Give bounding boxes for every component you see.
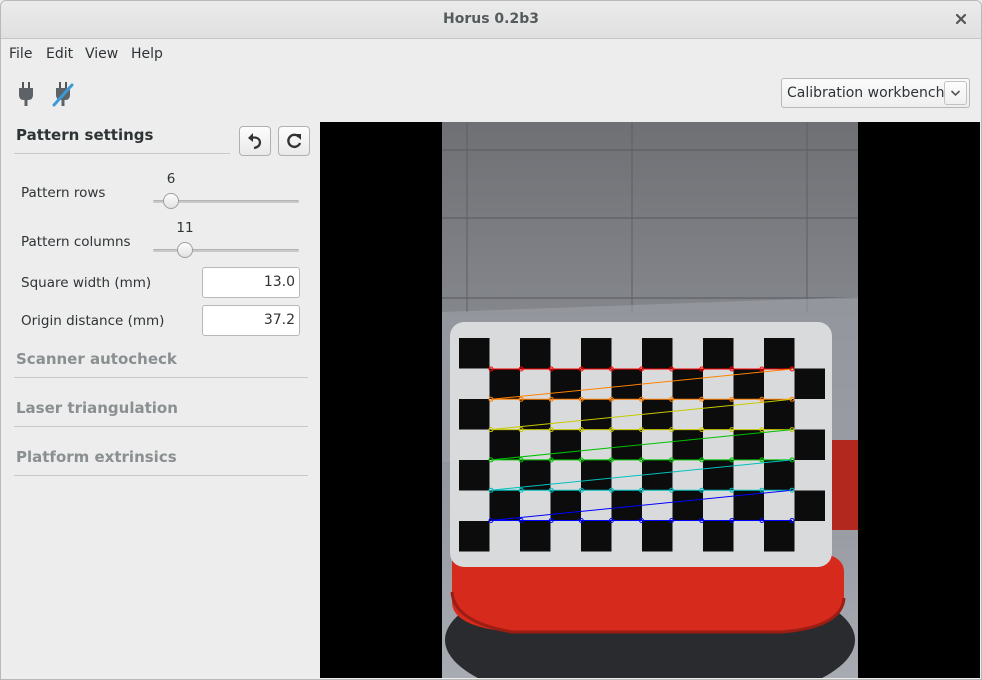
checker-square xyxy=(550,368,581,399)
checker-square xyxy=(672,368,703,399)
chevron-down-icon xyxy=(950,90,961,97)
close-window-button[interactable] xyxy=(953,9,969,29)
calibration-panel: Pattern settings Pattern rows 6 Pattern … xyxy=(1,121,320,679)
checker-square xyxy=(581,521,612,552)
pattern-settings-title[interactable]: Pattern settings xyxy=(16,126,153,144)
checker-square xyxy=(550,490,581,521)
checker-square xyxy=(581,399,612,430)
checker-square xyxy=(642,338,673,369)
platform-extrinsics-section[interactable]: Platform extrinsics xyxy=(16,448,177,466)
menu-view[interactable]: View xyxy=(85,46,118,62)
square-width-label: Square width (mm) xyxy=(21,275,152,291)
checker-square xyxy=(764,460,795,491)
plug-disconnected-icon xyxy=(52,82,74,107)
workbench-selected-value: Calibration workbench xyxy=(787,85,945,101)
section-divider xyxy=(14,426,308,427)
checker-square xyxy=(672,429,703,460)
app-window: Horus 0.2b3 File Edit View Help Calibrat… xyxy=(0,0,982,680)
menu-bar: File Edit View Help xyxy=(1,39,981,69)
pattern-columns-value: 11 xyxy=(176,220,194,236)
square-width-field[interactable]: 13.0 xyxy=(202,267,300,298)
checker-square xyxy=(764,399,795,430)
close-icon xyxy=(955,13,967,25)
checker-square xyxy=(489,429,520,460)
camera-preview xyxy=(320,122,980,678)
pattern-rows-value: 6 xyxy=(166,171,176,187)
checker-square xyxy=(611,368,642,399)
checker-square xyxy=(489,368,520,399)
checker-square xyxy=(703,338,734,369)
toolbar: Calibration workbench xyxy=(1,69,981,121)
checker-square xyxy=(520,338,551,369)
checker-square xyxy=(550,429,581,460)
scanner-autocheck-section[interactable]: Scanner autocheck xyxy=(16,350,177,368)
checker-square xyxy=(459,338,490,369)
pattern-columns-slider[interactable] xyxy=(153,249,299,252)
checker-square xyxy=(733,490,764,521)
checker-square xyxy=(459,521,490,552)
refresh-icon xyxy=(287,133,302,149)
checker-square xyxy=(520,521,551,552)
checker-square xyxy=(794,368,825,399)
pattern-rows-label: Pattern rows xyxy=(21,185,106,201)
pattern-rows-slider-handle[interactable] xyxy=(163,193,179,209)
origin-distance-field[interactable]: 37.2 xyxy=(202,305,300,336)
menu-file[interactable]: File xyxy=(9,46,32,62)
section-divider xyxy=(14,377,308,378)
camera-image xyxy=(442,122,858,678)
undo-icon xyxy=(248,133,262,150)
checker-square xyxy=(703,521,734,552)
undo-button[interactable] xyxy=(239,126,271,156)
checker-square xyxy=(794,429,825,460)
origin-distance-label: Origin distance (mm) xyxy=(21,313,165,329)
checker-square xyxy=(581,338,612,369)
checker-square xyxy=(489,490,520,521)
checker-square xyxy=(459,399,490,430)
workbench-dropdown-button[interactable] xyxy=(944,81,967,105)
checker-square xyxy=(764,521,795,552)
checker-square xyxy=(581,460,612,491)
section-divider xyxy=(14,475,308,476)
pattern-columns-label: Pattern columns xyxy=(21,234,131,250)
checker-square xyxy=(459,460,490,491)
checker-square xyxy=(642,521,673,552)
title-bar[interactable]: Horus 0.2b3 xyxy=(1,1,981,39)
checker-square xyxy=(703,399,734,430)
checker-square xyxy=(764,338,795,369)
connect-button[interactable] xyxy=(15,81,37,107)
plug-icon xyxy=(19,82,33,106)
section-divider xyxy=(14,153,230,154)
pattern-columns-slider-handle[interactable] xyxy=(177,242,193,258)
menu-edit[interactable]: Edit xyxy=(46,46,73,62)
checker-square xyxy=(794,490,825,521)
checker-square xyxy=(642,460,673,491)
checker-square xyxy=(672,490,703,521)
menu-help[interactable]: Help xyxy=(131,46,163,62)
reset-button[interactable] xyxy=(278,126,310,156)
laser-triangulation-section[interactable]: Laser triangulation xyxy=(16,399,178,417)
window-title: Horus 0.2b3 xyxy=(443,11,539,27)
workbench-select[interactable]: Calibration workbench xyxy=(781,78,970,108)
disconnect-button[interactable] xyxy=(52,81,74,107)
checker-square xyxy=(703,460,734,491)
